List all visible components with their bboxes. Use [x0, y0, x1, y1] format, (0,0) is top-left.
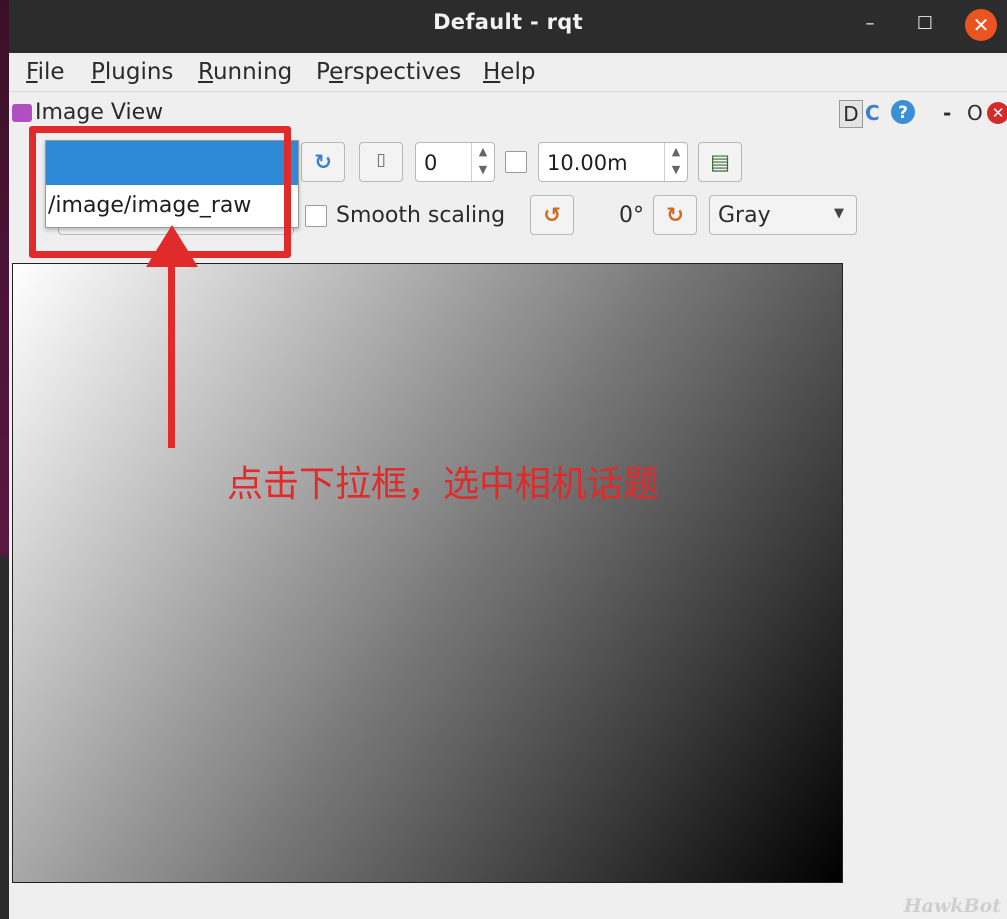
pause-button[interactable]: ▯	[359, 142, 403, 182]
menu-perspectives-mnemonic: e	[329, 59, 344, 85]
time-spin-arrows[interactable]: ▲ ▼	[664, 143, 687, 181]
annotation-arrow	[168, 262, 175, 448]
refresh-topics-button[interactable]: ↻	[301, 142, 345, 182]
save-icon: ▤	[710, 150, 730, 174]
menu-file-mnemonic: F	[26, 59, 38, 85]
panel-float-button[interactable]: O	[967, 100, 983, 126]
frame-spin-arrows[interactable]: ▲ ▼	[471, 143, 494, 181]
rotate-left-button[interactable]: ↺	[530, 195, 574, 235]
time-spinbox[interactable]: 10.00m ▲ ▼	[538, 142, 688, 182]
annotation-arrow-head	[146, 225, 198, 267]
menu-running-label: unning	[212, 59, 293, 85]
minimize-button[interactable]: –	[854, 9, 886, 41]
frame-spinbox[interactable]: 0 ▲ ▼	[415, 142, 495, 182]
image-view-icon	[12, 104, 32, 122]
desktop-background	[0, 0, 9, 919]
panel-minimize-button[interactable]: -	[943, 100, 951, 126]
menu-running[interactable]: Running	[198, 59, 292, 85]
maximize-button[interactable]: ☐	[909, 9, 941, 41]
panel-title: Image View	[35, 100, 164, 125]
pause-icon: ▯	[376, 150, 386, 170]
panel-d-button[interactable]: D	[839, 100, 863, 128]
color-mode-select[interactable]: Gray ▼	[709, 195, 857, 235]
time-value: 10.00m	[547, 151, 628, 175]
menu-file[interactable]: File	[26, 59, 65, 85]
close-button[interactable]: ✕	[965, 9, 997, 41]
save-image-button[interactable]: ▤	[698, 142, 742, 182]
chevron-down-icon: ▼	[834, 206, 844, 221]
smooth-scaling-checkbox[interactable]	[305, 205, 327, 227]
status-area	[9, 884, 1007, 919]
title-bar: Default - rqt – ☐ ✕	[9, 0, 1007, 53]
time-checkbox[interactable]	[505, 151, 527, 173]
menu-help[interactable]: Help	[483, 59, 535, 85]
rotate-right-icon: ↻	[666, 203, 684, 227]
annotation-text: 点击下拉框，选中相机话题	[227, 464, 660, 505]
menu-help-label: elp	[500, 59, 536, 85]
menu-plugins[interactable]: Plugins	[91, 59, 173, 85]
menu-plugins-mnemonic: P	[91, 59, 105, 85]
panel-close-icon[interactable]: ✕	[987, 102, 1007, 124]
panel-reload-icon[interactable]: C	[865, 100, 887, 126]
menu-perspectives[interactable]: Perspectives	[316, 59, 461, 85]
frame-value: 0	[424, 151, 438, 175]
rotate-left-icon: ↺	[543, 203, 561, 227]
menu-perspectives-prefix: P	[316, 59, 330, 85]
menu-running-mnemonic: R	[198, 59, 213, 85]
menu-bar: File Plugins Running Perspectives Help	[9, 53, 1007, 92]
menu-help-mnemonic: H	[483, 59, 501, 85]
image-display	[12, 263, 843, 883]
color-mode-value: Gray	[718, 203, 771, 228]
menu-file-label: ile	[37, 59, 65, 85]
refresh-icon: ↻	[314, 150, 332, 174]
menu-plugins-label: lugins	[104, 59, 174, 85]
rotate-right-button[interactable]: ↻	[653, 195, 697, 235]
rotation-label: 0°	[619, 203, 644, 228]
panel-help-icon[interactable]: ?	[891, 100, 915, 124]
smooth-scaling-label: Smooth scaling	[336, 203, 506, 228]
watermark: HawkBot	[903, 895, 1001, 917]
menu-perspectives-label: rspectives	[343, 59, 462, 85]
